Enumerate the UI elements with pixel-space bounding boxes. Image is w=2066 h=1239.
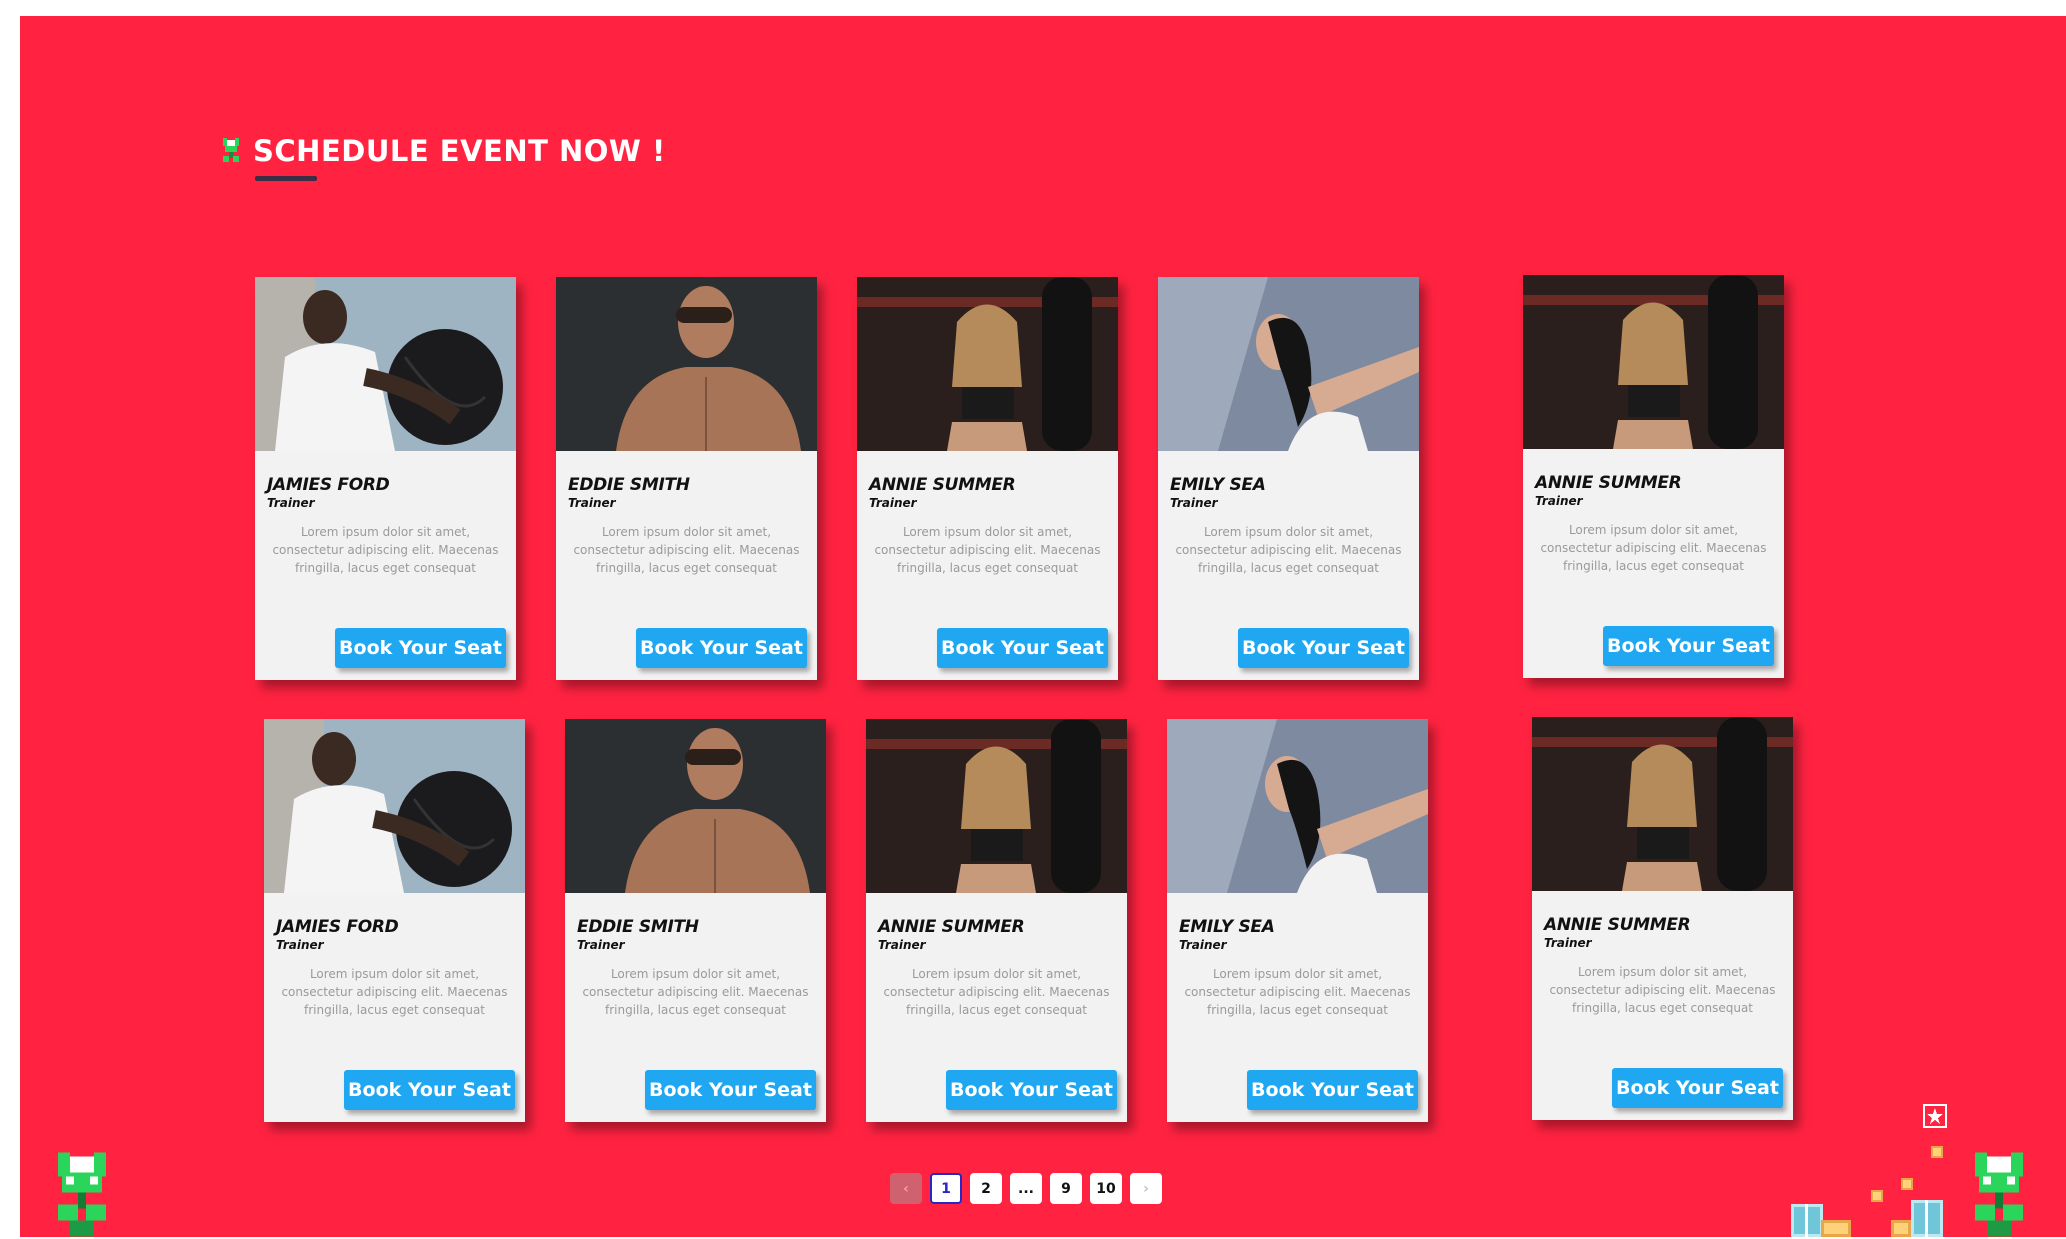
trainer-card: ANNIE SUMMER Trainer Lorem ipsum dolor s… [1532,717,1793,1120]
trainer-name: JAMIES FORD [276,917,399,937]
page-ellipsis: ... [1010,1173,1042,1204]
woman-in-gym-image [857,277,1118,451]
man-with-medicine-ball-image [255,277,516,451]
trainer-card: ANNIE SUMMER Trainer Lorem ipsum dolor s… [857,277,1118,680]
book-seat-button[interactable]: Book Your Seat [1247,1070,1418,1110]
trainer-photo [556,277,817,451]
trainer-card: JAMIES FORD Trainer Lorem ipsum dolor si… [255,277,516,680]
trainer-role: Trainer [267,496,315,510]
pagination: ‹ 1 2 ... 9 10 › [890,1173,1162,1204]
woman-stretching-image [1158,277,1419,451]
shirtless-man-image [565,719,826,893]
trainer-photo [1532,717,1793,891]
trainer-name: ANNIE SUMMER [878,917,1025,937]
trainer-photo [565,719,826,893]
trainer-description: Lorem ipsum dolor sit amet, consectetur … [582,967,809,1017]
trainer-role: Trainer [1544,936,1592,950]
trainer-photo [866,719,1127,893]
trainer-card: EMILY SEA Trainer Lorem ipsum dolor sit … [1167,719,1428,1122]
schedule-section: SCHEDULE EVENT NOW ! JAMIES FORD Trainer… [20,16,2066,1237]
chevron-right-icon[interactable]: › [1130,1173,1162,1204]
page-10-button[interactable]: 10 [1090,1173,1122,1204]
trainer-photo [857,277,1118,451]
trainer-description: Lorem ipsum dolor sit amet, consectetur … [883,967,1110,1017]
piranha-plant-icon [58,1152,106,1237]
trainer-card: EMILY SEA Trainer Lorem ipsum dolor sit … [1158,277,1419,680]
trainer-description: Lorem ipsum dolor sit amet, consectetur … [1184,967,1411,1017]
trainer-role: Trainer [1179,938,1227,952]
trainer-name: ANNIE SUMMER [869,475,1016,495]
section-title: SCHEDULE EVENT NOW ! [253,134,666,168]
pixel-blocks-icon [1791,1146,1943,1237]
trainer-name: EDDIE SMITH [568,475,690,495]
book-seat-button[interactable]: Book Your Seat [937,628,1108,668]
trainer-photo [1167,719,1428,893]
piranha-plant-icon [1975,1152,2023,1237]
woman-in-gym-image [1532,717,1793,891]
trainer-photo [255,277,516,451]
book-seat-button[interactable]: Book Your Seat [1603,626,1774,666]
trainer-card: ANNIE SUMMER Trainer Lorem ipsum dolor s… [866,719,1127,1122]
book-seat-button[interactable]: Book Your Seat [335,628,506,668]
trainer-name: ANNIE SUMMER [1544,915,1691,935]
woman-in-gym-image [866,719,1127,893]
section-header: SCHEDULE EVENT NOW ! [221,134,666,168]
trainer-description: Lorem ipsum dolor sit amet, consectetur … [281,967,508,1017]
trainer-description: Lorem ipsum dolor sit amet, consectetur … [272,525,499,575]
trainer-role: Trainer [276,938,324,952]
piranha-plant-icon [223,138,239,162]
trainer-role: Trainer [1535,494,1583,508]
trainer-card: EDDIE SMITH Trainer Lorem ipsum dolor si… [556,277,817,680]
book-seat-button[interactable]: Book Your Seat [645,1070,816,1110]
trainer-name: ANNIE SUMMER [1535,473,1682,493]
trainer-name: EMILY SEA [1170,475,1266,495]
woman-stretching-image [1167,719,1428,893]
man-with-medicine-ball-image [264,719,525,893]
trainer-photo [1523,275,1784,449]
trainer-name: JAMIES FORD [267,475,390,495]
page-2-button[interactable]: 2 [970,1173,1002,1204]
book-seat-button[interactable]: Book Your Seat [946,1070,1117,1110]
star-box-icon [1923,1104,1947,1128]
trainer-role: Trainer [869,496,917,510]
trainer-role: Trainer [878,938,926,952]
book-seat-button[interactable]: Book Your Seat [344,1070,515,1110]
title-underline [255,176,317,181]
trainer-card: JAMIES FORD Trainer Lorem ipsum dolor si… [264,719,525,1122]
trainer-description: Lorem ipsum dolor sit amet, consectetur … [1175,525,1402,575]
book-seat-button[interactable]: Book Your Seat [636,628,807,668]
page-1-button[interactable]: 1 [930,1173,962,1204]
book-seat-button[interactable]: Book Your Seat [1238,628,1409,668]
woman-in-gym-image [1523,275,1784,449]
trainer-role: Trainer [1170,496,1218,510]
shirtless-man-image [556,277,817,451]
trainer-description: Lorem ipsum dolor sit amet, consectetur … [573,525,800,575]
trainer-name: EDDIE SMITH [577,917,699,937]
trainer-photo [264,719,525,893]
trainer-description: Lorem ipsum dolor sit amet, consectetur … [1540,523,1767,573]
trainer-role: Trainer [568,496,616,510]
trainer-description: Lorem ipsum dolor sit amet, consectetur … [874,525,1101,575]
chevron-left-icon[interactable]: ‹ [890,1173,922,1204]
trainer-photo [1158,277,1419,451]
trainer-role: Trainer [577,938,625,952]
trainer-description: Lorem ipsum dolor sit amet, consectetur … [1549,965,1776,1015]
trainer-card: EDDIE SMITH Trainer Lorem ipsum dolor si… [565,719,826,1122]
page-9-button[interactable]: 9 [1050,1173,1082,1204]
book-seat-button[interactable]: Book Your Seat [1612,1068,1783,1108]
trainer-card: ANNIE SUMMER Trainer Lorem ipsum dolor s… [1523,275,1784,678]
trainer-name: EMILY SEA [1179,917,1275,937]
